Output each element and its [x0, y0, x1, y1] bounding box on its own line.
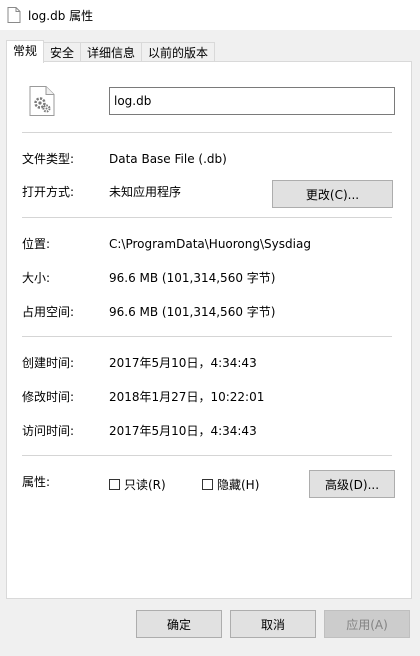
- settings-file-icon: [29, 86, 55, 119]
- cancel-button[interactable]: 取消: [230, 610, 316, 638]
- separator: [22, 132, 392, 133]
- size-label: 大小:: [22, 271, 51, 285]
- created-value: 2017年5月10日，4:34:43: [109, 356, 257, 370]
- tab-general[interactable]: 常规: [6, 40, 45, 63]
- readonly-checkbox-box[interactable]: [109, 479, 120, 490]
- tab-strip: 常规 安全 详细信息 以前的版本: [6, 40, 216, 63]
- file-name-input[interactable]: [109, 87, 395, 115]
- open-with-label: 打开方式:: [22, 185, 75, 199]
- location-label: 位置:: [22, 237, 51, 251]
- file-type-label: 文件类型:: [22, 152, 75, 166]
- separator: [22, 455, 392, 456]
- hidden-checkbox-box[interactable]: [202, 479, 213, 490]
- title-bar: log.db 属性: [0, 0, 420, 30]
- separator: [22, 336, 392, 337]
- tab-previous-versions[interactable]: 以前的版本: [141, 42, 216, 62]
- advanced-button[interactable]: 高级(D)...: [309, 470, 395, 498]
- size-on-disk-value: 96.6 MB (101,314,560 字节): [109, 305, 276, 319]
- general-panel: 文件类型: Data Base File (.db) 打开方式: 未知应用程序 …: [6, 61, 412, 599]
- separator: [22, 217, 392, 218]
- hidden-checkbox[interactable]: 隐藏(H): [202, 476, 259, 493]
- accessed-value: 2017年5月10日，4:34:43: [109, 424, 257, 438]
- readonly-checkbox[interactable]: 只读(R): [109, 476, 166, 493]
- accessed-label: 访问时间:: [22, 424, 75, 438]
- readonly-label: 只读(R): [124, 478, 166, 492]
- modified-label: 修改时间:: [22, 390, 75, 404]
- file-icon: [6, 7, 22, 23]
- apply-button[interactable]: 应用(A): [324, 610, 410, 638]
- location-value: C:\ProgramData\Huorong\Sysdiag: [109, 237, 311, 251]
- change-button[interactable]: 更改(C)...: [272, 180, 393, 208]
- tab-security[interactable]: 安全: [43, 42, 82, 62]
- size-value: 96.6 MB (101,314,560 字节): [109, 271, 276, 285]
- created-label: 创建时间:: [22, 356, 75, 370]
- modified-value: 2018年1月27日，10:22:01: [109, 390, 265, 404]
- hidden-label: 隐藏(H): [217, 478, 260, 492]
- size-on-disk-label: 占用空间:: [22, 305, 75, 319]
- open-with-value: 未知应用程序: [109, 185, 182, 199]
- attributes-label: 属性:: [22, 475, 51, 489]
- file-type-value: Data Base File (.db): [109, 152, 227, 166]
- window-title: log.db 属性: [28, 8, 94, 23]
- tab-details[interactable]: 详细信息: [80, 42, 143, 62]
- ok-button[interactable]: 确定: [136, 610, 222, 638]
